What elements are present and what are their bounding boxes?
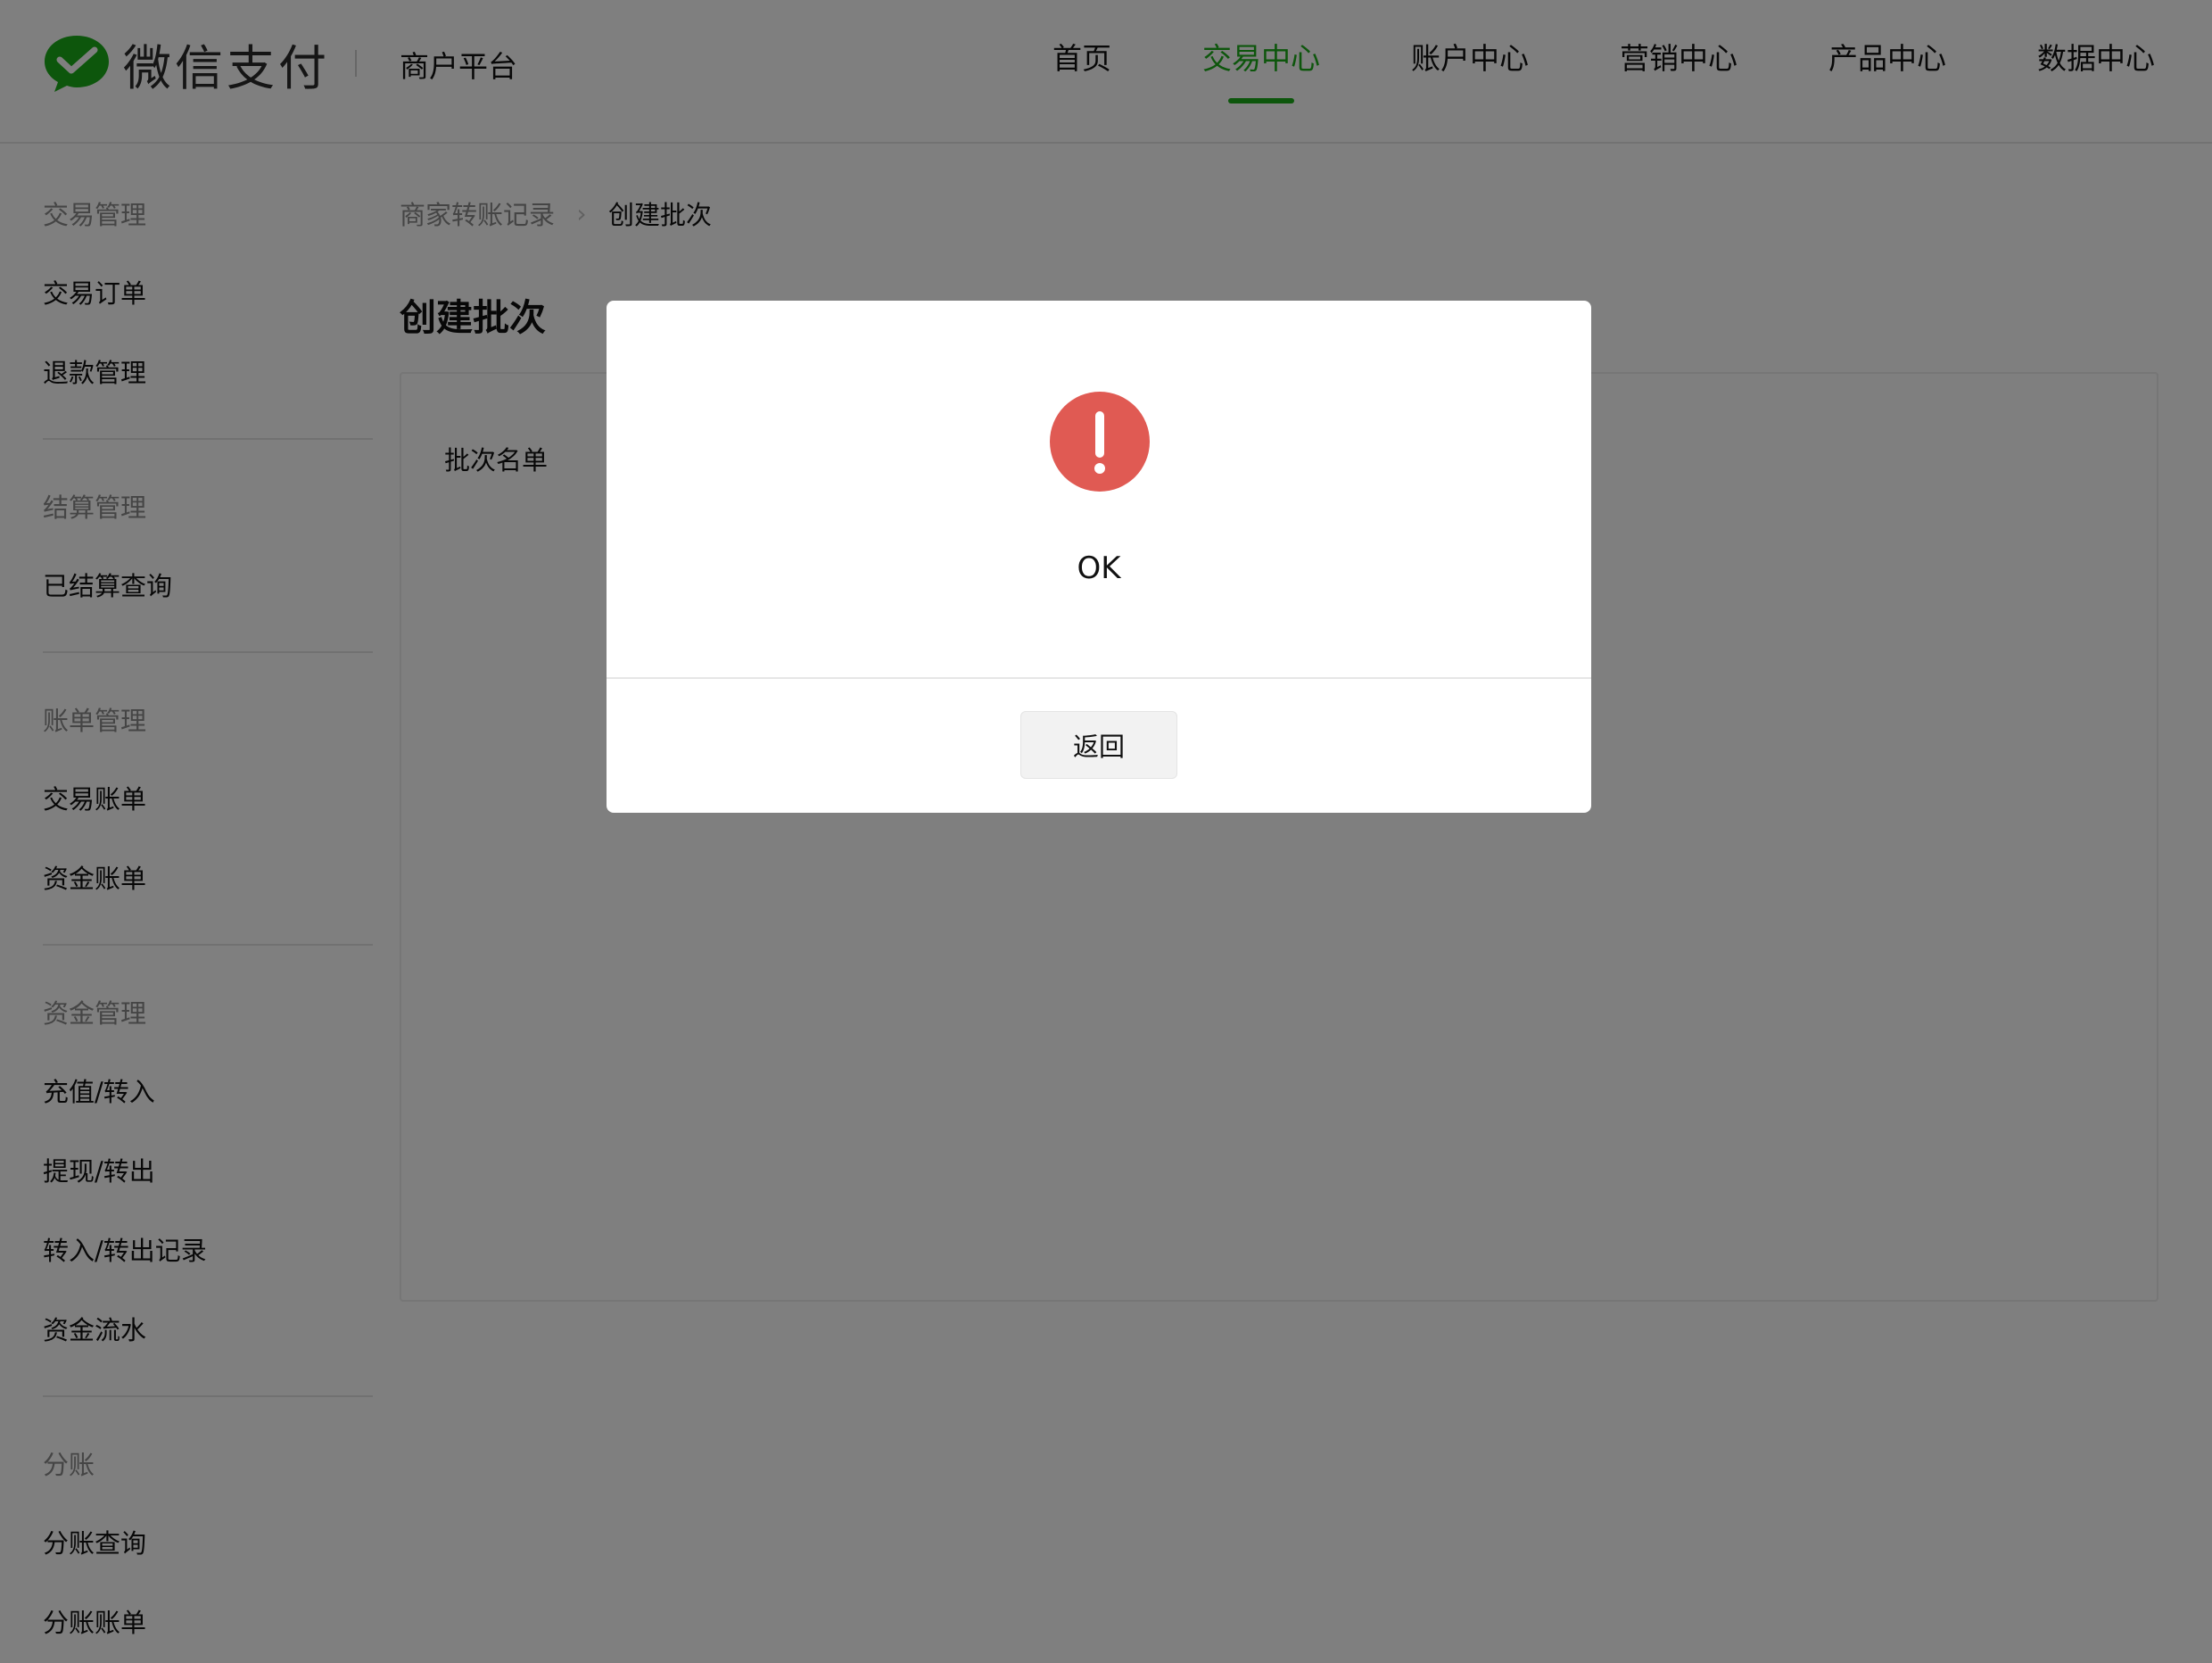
back-button[interactable]: 返回 <box>1020 711 1177 779</box>
modal-message: OK <box>1077 550 1121 586</box>
modal-overlay[interactable] <box>0 0 2212 1663</box>
modal-divider <box>607 677 1591 679</box>
exclamation-circle-icon <box>1050 392 1150 492</box>
alert-dialog: OK 返回 <box>607 301 1591 813</box>
